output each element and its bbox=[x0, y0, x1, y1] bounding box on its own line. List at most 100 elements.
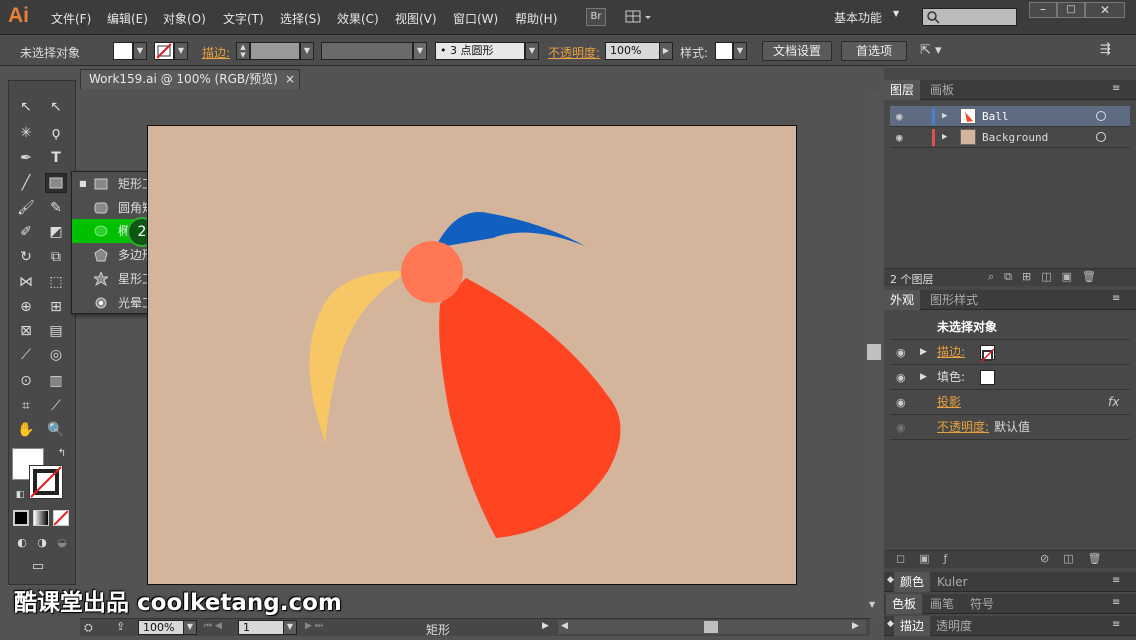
visibility-eye-icon[interactable]: ◉ bbox=[896, 127, 903, 148]
panel-collapse-icon[interactable]: ◆ bbox=[887, 619, 894, 629]
menu-type[interactable]: 文字(T) bbox=[223, 10, 264, 27]
layer-row-ball[interactable]: ◉ ▶ Ball bbox=[890, 106, 1130, 127]
selection-tool-icon[interactable]: ↖ bbox=[15, 97, 37, 117]
vertical-scrollbar[interactable]: ▼ bbox=[866, 92, 882, 617]
tab-transparency[interactable]: 透明度 bbox=[930, 616, 978, 636]
slice-tool-icon[interactable]: ⟋ bbox=[45, 396, 67, 416]
panel-collapse-icon[interactable]: ◆ bbox=[887, 575, 894, 585]
artboard[interactable] bbox=[147, 125, 797, 585]
scroll-down-icon[interactable]: ▼ bbox=[869, 600, 875, 609]
stroke-weight-stepper[interactable]: ▲ ▼ bbox=[236, 42, 250, 60]
draw-normal-icon[interactable]: ◐ bbox=[11, 533, 33, 553]
style-dropdown[interactable]: ▼ bbox=[733, 42, 747, 60]
close-document-icon[interactable]: × bbox=[285, 70, 295, 89]
isolate-mode-icon[interactable]: ⇱ ▾ bbox=[920, 43, 942, 58]
visibility-eye-icon[interactable]: ◉ bbox=[896, 415, 906, 440]
layer-target-icon[interactable] bbox=[1096, 132, 1106, 142]
tab-stroke[interactable]: 描边 bbox=[894, 616, 931, 636]
expand-arrow-icon[interactable]: ▶ bbox=[942, 106, 947, 127]
appearance-row-shadow[interactable]: ◉ 投影 fx bbox=[890, 390, 1130, 415]
horizontal-scroll-thumb[interactable] bbox=[704, 621, 718, 633]
fill-dropdown[interactable]: ▼ bbox=[133, 42, 147, 60]
visibility-eye-icon[interactable]: ◉ bbox=[896, 106, 903, 127]
visibility-eye-icon[interactable]: ◉ bbox=[896, 365, 906, 390]
maximize-button[interactable]: □ bbox=[1057, 2, 1085, 18]
opacity-label[interactable]: 不透明度: bbox=[548, 44, 600, 61]
fx-icon[interactable]: fx bbox=[1108, 390, 1119, 415]
fill-swatch[interactable] bbox=[113, 42, 133, 60]
last-artboard-icon[interactable]: ▶ ⏭ bbox=[305, 621, 323, 631]
stroke-color-box[interactable] bbox=[29, 465, 63, 499]
document-setup-button[interactable]: 文档设置 bbox=[762, 41, 832, 61]
appearance-stroke-swatch[interactable] bbox=[980, 345, 995, 363]
tab-kuler[interactable]: Kuler bbox=[931, 572, 974, 592]
zoom-tool-icon[interactable]: 🔍 bbox=[45, 420, 67, 440]
layer-name-background[interactable]: Background bbox=[982, 127, 1048, 148]
color-mode-button[interactable] bbox=[13, 510, 29, 526]
appearance-row-stroke[interactable]: ◉ ▶ 描边: bbox=[890, 340, 1130, 365]
menu-select[interactable]: 选择(S) bbox=[280, 10, 321, 27]
gpu-icon[interactable]: ⛭ bbox=[84, 621, 93, 635]
appearance-opacity-label[interactable]: 不透明度: bbox=[937, 415, 989, 440]
appearance-footer-icons[interactable]: ◻▣ƒ bbox=[896, 552, 961, 565]
share-icon[interactable]: ⇪ bbox=[116, 620, 125, 633]
line-tool-icon[interactable]: ╱ bbox=[15, 173, 37, 193]
appearance-panel-menu-icon[interactable]: ≡ bbox=[1112, 293, 1120, 304]
zoom-input[interactable]: 100% bbox=[138, 620, 184, 635]
appearance-shadow-label[interactable]: 投影 bbox=[937, 390, 961, 415]
artboard-number-input[interactable]: 1 bbox=[238, 620, 284, 635]
pencil-tool-icon[interactable]: ✎ bbox=[45, 198, 67, 218]
layers-panel-menu-icon[interactable]: ≡ bbox=[1112, 83, 1120, 94]
brush-dropdown[interactable]: ▼ bbox=[525, 42, 539, 60]
stroke-panel-menu-icon[interactable]: ≡ bbox=[1112, 619, 1120, 630]
rotate-tool-icon[interactable]: ↻ bbox=[15, 247, 37, 267]
blend-tool-icon[interactable]: ◎ bbox=[45, 345, 67, 365]
paintbrush-tool-icon[interactable]: 🖌 bbox=[15, 198, 37, 218]
width-tool-icon[interactable]: ⋈ bbox=[15, 272, 37, 292]
layer-name-ball[interactable]: Ball bbox=[982, 106, 1009, 127]
brush-definition[interactable]: • 3 点圆形 bbox=[435, 42, 525, 60]
tab-layers[interactable]: 图层 bbox=[884, 80, 921, 100]
shape-builder-tool-icon[interactable]: ⊕ bbox=[15, 297, 37, 317]
visibility-eye-icon[interactable]: ◉ bbox=[896, 340, 906, 365]
layer-target-icon[interactable] bbox=[1096, 111, 1106, 121]
menu-edit[interactable]: 编辑(E) bbox=[107, 10, 148, 27]
draw-inside-icon[interactable]: ◒ bbox=[51, 533, 73, 553]
eraser-tool-icon[interactable]: ◩ bbox=[45, 222, 67, 242]
appearance-stroke-label[interactable]: 描边: bbox=[937, 340, 965, 365]
color-panel-menu-icon[interactable]: ≡ bbox=[1112, 575, 1120, 586]
type-tool-icon[interactable]: T bbox=[45, 148, 67, 168]
tab-brushes[interactable]: 画笔 bbox=[924, 594, 960, 614]
stroke-swatch[interactable] bbox=[154, 42, 174, 60]
expand-arrow-icon[interactable]: ▶ bbox=[942, 127, 947, 148]
tab-artboards[interactable]: 画板 bbox=[924, 80, 960, 100]
layer-row-background[interactable]: ◉ ▶ Background bbox=[890, 127, 1130, 148]
draw-behind-icon[interactable]: ◑ bbox=[31, 533, 53, 553]
workspace-switcher[interactable]: 基本功能 bbox=[834, 9, 882, 26]
first-artboard-icon[interactable]: ⏮ ◀ bbox=[204, 621, 222, 631]
appearance-row-fill[interactable]: ◉ ▶ 填色: bbox=[890, 365, 1130, 390]
expand-arrow-icon[interactable]: ▶ bbox=[920, 365, 927, 390]
free-transform-tool-icon[interactable]: ⬚ bbox=[45, 272, 67, 292]
variable-width-profile[interactable] bbox=[321, 42, 413, 60]
tab-color[interactable]: 颜色 bbox=[894, 572, 931, 592]
beach-ball-artwork[interactable] bbox=[148, 126, 798, 586]
appearance-row-opacity[interactable]: ◉ 不透明度: 默认值 bbox=[890, 415, 1130, 440]
pen-tool-icon[interactable]: ✒ bbox=[15, 148, 37, 168]
appearance-footer-right-icons[interactable]: ⊘◫🗑 bbox=[1040, 552, 1116, 565]
stroke-weight-input[interactable] bbox=[250, 42, 300, 60]
screen-mode-icon[interactable]: ▭ bbox=[27, 557, 49, 577]
help-search-input[interactable] bbox=[922, 8, 1017, 26]
style-swatch[interactable] bbox=[715, 42, 733, 60]
visibility-eye-icon[interactable]: ◉ bbox=[896, 390, 906, 415]
swap-colors-icon[interactable]: ↰ bbox=[51, 444, 73, 464]
scroll-left-icon[interactable]: ◀ bbox=[561, 621, 568, 631]
expand-arrow-icon[interactable]: ▶ bbox=[920, 340, 927, 365]
layers-footer-icons[interactable]: ⌕⧉⊞◫▣🗑 bbox=[988, 270, 1106, 284]
menu-window[interactable]: 窗口(W) bbox=[453, 10, 498, 27]
stroke-weight-dropdown[interactable]: ▼ bbox=[300, 42, 314, 60]
tab-swatches[interactable]: 色板 bbox=[886, 594, 923, 614]
stroke-label[interactable]: 描边: bbox=[202, 44, 230, 61]
menu-help[interactable]: 帮助(H) bbox=[515, 10, 557, 27]
default-colors-icon[interactable]: ◧ bbox=[9, 485, 31, 505]
